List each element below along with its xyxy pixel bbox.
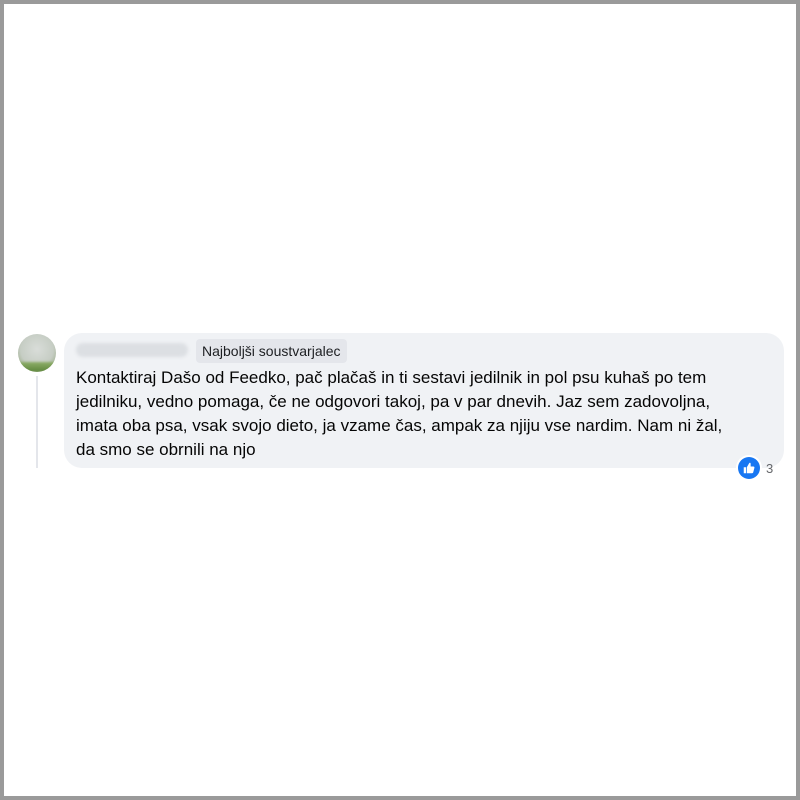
avatar[interactable] bbox=[18, 334, 56, 372]
comment-text-line: Kontaktiraj Dašo od Feedko, pač plačaš i… bbox=[76, 368, 707, 387]
like-icon bbox=[738, 457, 760, 479]
comment-text: Kontaktiraj Dašo od Feedko, pač plačaš i… bbox=[76, 366, 778, 462]
comment-text-line: imata oba psa, vsak svojo dieto, ja vzam… bbox=[76, 416, 723, 435]
avatar-image-blurred bbox=[18, 362, 56, 372]
top-contributor-badge[interactable]: Najboljši soustvarjalec bbox=[196, 339, 347, 363]
thread-line bbox=[36, 376, 38, 468]
reaction-summary[interactable]: 3 bbox=[738, 456, 773, 480]
author-name-blurred[interactable] bbox=[76, 343, 188, 357]
reaction-count: 3 bbox=[766, 460, 774, 476]
comment-text-line: jedilniku, vedno pomaga, če ne odgovori … bbox=[76, 392, 711, 411]
comment-text-line: da smo se obrnili na njo bbox=[76, 440, 256, 459]
